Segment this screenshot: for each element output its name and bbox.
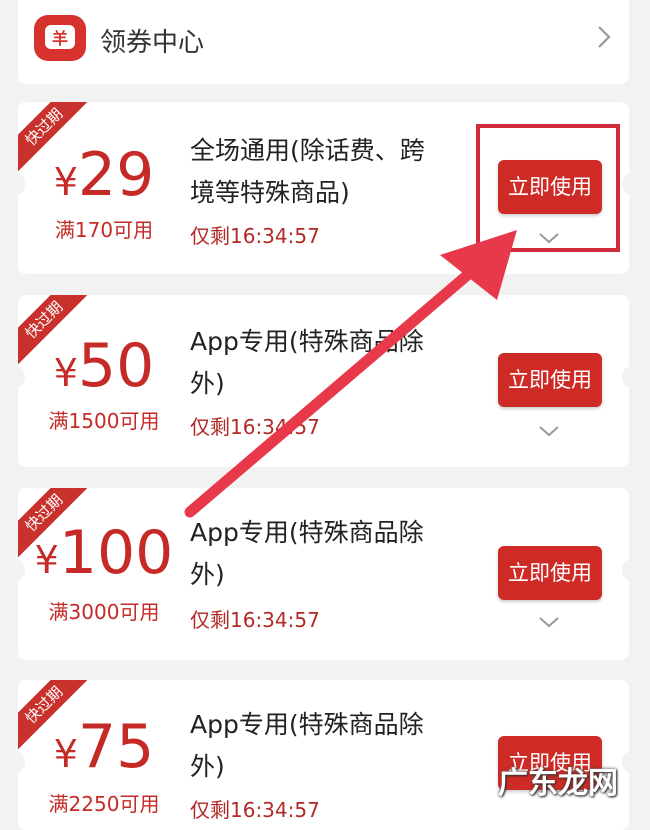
watermark: 广东龙网	[498, 766, 618, 801]
pointer-arrow-icon	[184, 230, 517, 518]
